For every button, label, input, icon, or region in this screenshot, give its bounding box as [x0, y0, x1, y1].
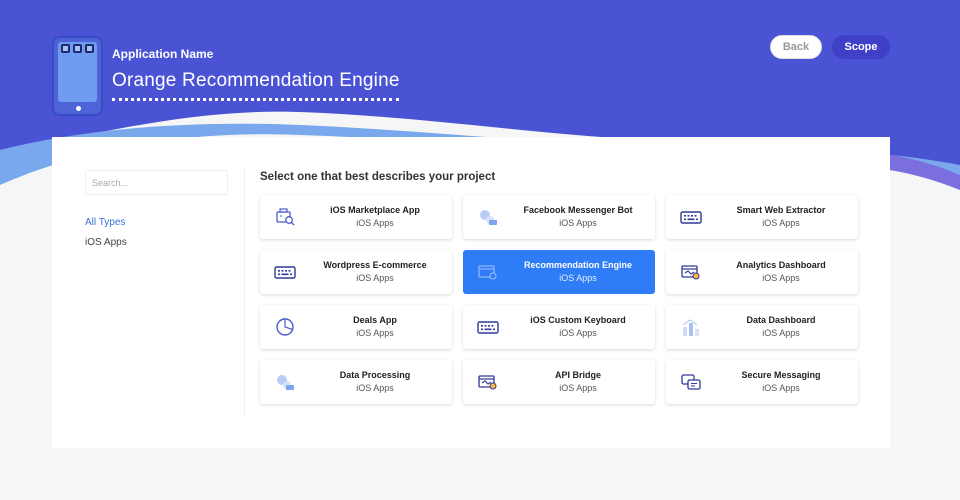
project-type-tile-smart-web-extractor[interactable]: Smart Web Extractor iOS Apps [666, 195, 858, 239]
keyboard-icon [274, 262, 296, 282]
marketplace-icon [274, 207, 296, 227]
project-type-tile-recommendation-engine[interactable]: Recommendation Engine iOS Apps [463, 250, 655, 294]
tile-title: Data Dashboard [746, 315, 816, 325]
tile-subtitle: iOS Apps [559, 218, 597, 228]
tile-title: Secure Messaging [741, 370, 821, 380]
sidebar-divider [244, 169, 245, 417]
project-type-tile-secure-messaging[interactable]: Secure Messaging iOS Apps [666, 360, 858, 404]
tile-title: Recommendation Engine [523, 260, 632, 270]
app-icon [52, 36, 103, 116]
tile-subtitle: iOS Apps [762, 383, 800, 393]
back-button[interactable]: Back [770, 35, 822, 59]
tile-title: Deals App [353, 315, 397, 325]
project-type-tile-analytics-dashboard[interactable]: Analytics Dashboard iOS Apps [666, 250, 858, 294]
tile-subtitle: iOS Apps [762, 328, 800, 338]
tile-title: Data Processing [339, 370, 411, 380]
dashboard-icon [477, 372, 499, 392]
tile-title: Smart Web Extractor [736, 205, 826, 215]
filter-ios-apps[interactable]: iOS Apps [85, 237, 127, 248]
search-input[interactable] [85, 170, 228, 195]
project-type-tile-data-processing[interactable]: Data Processing iOS Apps [260, 360, 452, 404]
app-icon-square [61, 44, 70, 53]
tile-subtitle: iOS Apps [762, 218, 800, 228]
engine-icon [477, 262, 499, 282]
tile-subtitle: iOS Apps [559, 328, 597, 338]
bar-chart-icon [680, 317, 702, 337]
app-name-label: Application Name [112, 47, 214, 61]
bot-icon [477, 207, 499, 227]
project-type-card: All Types iOS Apps Select one that best … [52, 137, 890, 448]
tile-title: API Bridge [554, 370, 601, 380]
tile-subtitle: iOS Apps [356, 383, 394, 393]
app-icon-home-dot [76, 106, 81, 111]
filter-all-types[interactable]: All Types [85, 217, 125, 228]
pie-icon [274, 317, 296, 337]
app-icon-square [73, 44, 82, 53]
keyboard-icon [477, 317, 499, 337]
tile-title: Facebook Messenger Bot [523, 205, 633, 215]
project-type-tile-api-bridge[interactable]: API Bridge iOS Apps [463, 360, 655, 404]
project-type-tile-data-dashboard[interactable]: Data Dashboard iOS Apps [666, 305, 858, 349]
tile-title: iOS Marketplace App [330, 205, 420, 215]
tile-subtitle: iOS Apps [356, 273, 394, 283]
dashboard-icon [680, 262, 702, 282]
project-type-tile-facebook-messenger-bot[interactable]: Facebook Messenger Bot iOS Apps [463, 195, 655, 239]
app-name-value[interactable]: Orange Recommendation Engine [112, 70, 399, 101]
tile-subtitle: iOS Apps [762, 273, 800, 283]
tile-subtitle: iOS Apps [559, 383, 597, 393]
tile-subtitle: iOS Apps [356, 218, 394, 228]
tile-subtitle: iOS Apps [356, 328, 394, 338]
project-type-tile-ios-custom-keyboard[interactable]: iOS Custom Keyboard iOS Apps [463, 305, 655, 349]
app-icon-square [85, 44, 94, 53]
chat-icon [680, 372, 702, 392]
tile-subtitle: iOS Apps [559, 273, 597, 283]
tile-title: Analytics Dashboard [736, 260, 826, 270]
project-type-tile-ios-marketplace-app[interactable]: iOS Marketplace App iOS Apps [260, 195, 452, 239]
bot-icon [274, 372, 296, 392]
scope-button[interactable]: Scope [832, 35, 890, 59]
keyboard-icon [680, 207, 702, 227]
section-heading: Select one that best describes your proj… [260, 171, 496, 183]
project-type-tile-wordpress-e-commerce[interactable]: Wordpress E-commerce iOS Apps [260, 250, 452, 294]
tile-title: Wordpress E-commerce [323, 260, 427, 270]
project-type-tile-deals-app[interactable]: Deals App iOS Apps [260, 305, 452, 349]
tile-title: iOS Custom Keyboard [530, 315, 626, 325]
